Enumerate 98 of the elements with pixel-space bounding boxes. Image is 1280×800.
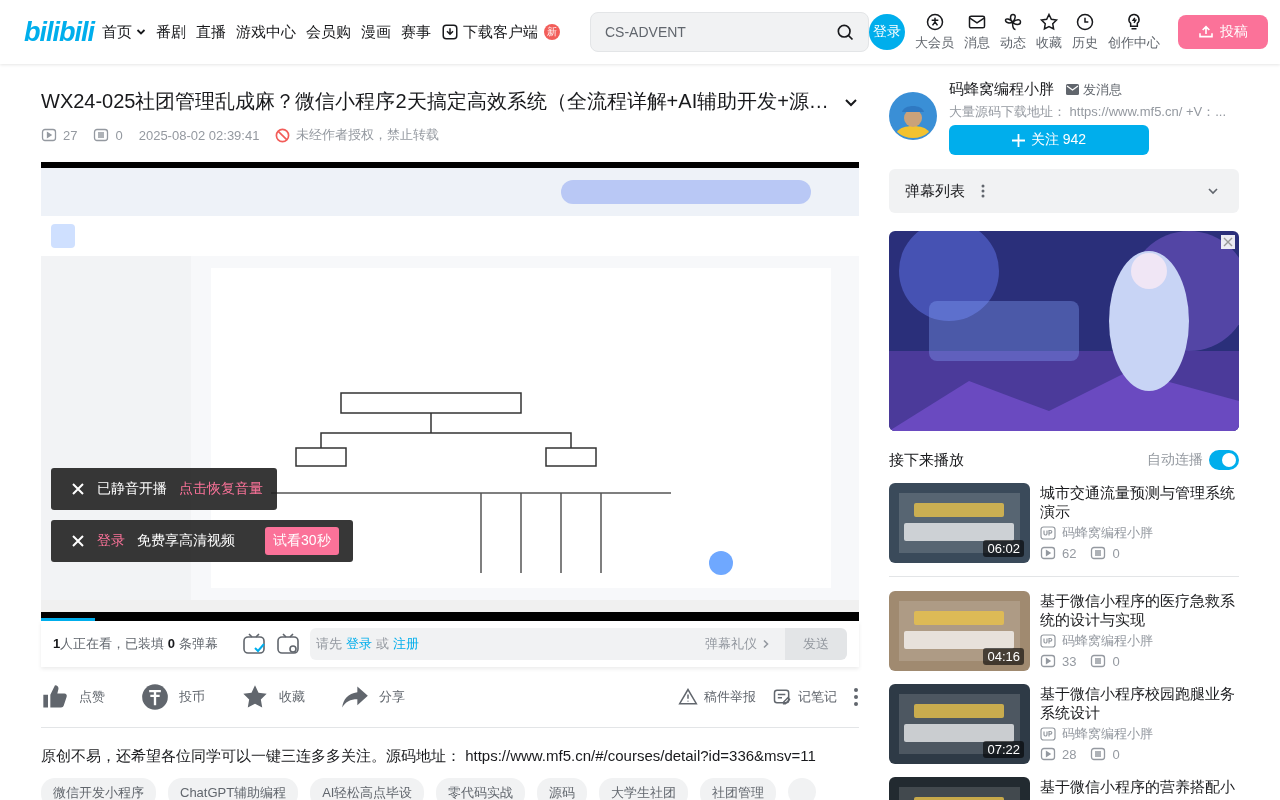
action-button[interactable]: 分享: [341, 683, 441, 711]
prohibited-icon: [275, 127, 291, 143]
mail-icon: [1066, 84, 1079, 95]
avatar[interactable]: [889, 92, 937, 140]
danmaku-count-icon: [1090, 545, 1107, 561]
nav-link[interactable]: 会员购: [306, 22, 351, 42]
danmaku-count: 0: [1112, 746, 1120, 762]
tag-chip[interactable]: 大学生社团: [599, 778, 689, 800]
close-icon[interactable]: [71, 482, 85, 496]
header-menu-item[interactable]: 动态: [1000, 12, 1026, 52]
nav-link[interactable]: 直播: [196, 22, 226, 42]
video-link[interactable]: 城市交通流量预测与管理系统演示: [1040, 483, 1239, 521]
duration-badge: 07:22: [983, 741, 1024, 758]
nav-link[interactable]: 首页: [102, 22, 146, 42]
login-link[interactable]: 登录: [97, 532, 125, 550]
pinwheel-icon: [1003, 12, 1023, 32]
header-menu-item[interactable]: 大会员: [915, 12, 954, 52]
autoplay-label: 自动连播: [1147, 451, 1203, 469]
toast-text: 已静音开播: [97, 480, 167, 498]
view-count: 28: [1062, 746, 1077, 762]
danmaku-count-icon: [93, 127, 110, 143]
new-badge: 新: [544, 24, 560, 40]
clock-icon: [1075, 12, 1095, 32]
header-menu-item[interactable]: 历史: [1072, 12, 1098, 52]
view-count: 27: [63, 127, 78, 143]
header-menu-item[interactable]: 创作中心: [1108, 12, 1160, 52]
play-count-icon: [41, 127, 57, 143]
search-field[interactable]: CS-ADVENT: [590, 12, 869, 52]
autoplay-toggle[interactable]: [1209, 450, 1239, 470]
play-count-icon: [1040, 653, 1056, 669]
play-count-icon: [1040, 545, 1056, 561]
nav-link[interactable]: 漫画: [361, 22, 391, 42]
view-count: 62: [1062, 545, 1077, 561]
send-message-link[interactable]: 发消息: [1066, 80, 1122, 99]
tag-chip[interactable]: ChatGPT辅助编程: [168, 778, 299, 800]
tag-chip[interactable]: 零代码实战: [436, 778, 526, 800]
copyright-notice: 未经作者授权，禁止转载: [296, 126, 440, 144]
video-link[interactable]: 基于微信小程序校园跑腿业务系统设计: [1040, 684, 1239, 722]
viewer-status: 1人正在看，已装填 0 条弹幕: [53, 635, 218, 653]
up-icon: [1040, 727, 1056, 741]
coin-icon: [141, 683, 169, 711]
uploader-bio: 大量源码下载地址： https://www.mf5.cn/ +V：...: [949, 103, 1228, 121]
header-menu-item[interactable]: 收藏: [1036, 12, 1062, 52]
danmaku-settings-icon[interactable]: [275, 632, 300, 656]
warning-icon: [678, 687, 698, 707]
action-button[interactable]: 投币: [141, 683, 241, 711]
view-count: 33: [1062, 653, 1077, 669]
danmaku-on-icon[interactable]: [241, 632, 266, 656]
video-description: 原创不易，还希望各位同学可以一键三连多多关注。源码地址： https://www.mf5.cn/#/courses/detail?id=336&msv=11: [41, 746, 817, 766]
toast-text: 免费享高清视频: [137, 532, 235, 550]
tag-chip[interactable]: 社团管理: [700, 778, 777, 800]
more-icon[interactable]: [981, 183, 985, 199]
star-badge-icon: [924, 12, 945, 32]
chevron-down-icon: [136, 27, 146, 37]
play-count-icon: [1040, 746, 1056, 762]
tag-chip[interactable]: 源码: [537, 778, 588, 800]
publish-date: 2025-08-02 02:39:41: [138, 127, 260, 143]
upload-icon: [1198, 24, 1214, 40]
tool-button[interactable]: 稿件举报: [678, 687, 756, 707]
action-button[interactable]: 收藏: [241, 683, 341, 711]
up-icon: [1040, 526, 1056, 540]
thumbs-up-icon: [41, 683, 69, 711]
nav-link[interactable]: 下载客户端 新: [441, 22, 560, 42]
danmaku-count-icon: [1090, 746, 1107, 762]
video-link[interactable]: 基于微信小程序的医疗急救系统的设计与实现: [1040, 591, 1239, 629]
tag-chip[interactable]: AI轻松高点毕设: [310, 778, 425, 800]
tool-button[interactable]: 记笔记: [772, 687, 837, 707]
action-button[interactable]: 点赞: [41, 683, 141, 711]
danmaku-list-panel[interactable]: 弹幕列表: [889, 169, 1239, 213]
tag-chip[interactable]: 微信开发小程序: [41, 778, 156, 800]
section-title: 接下来播放: [889, 450, 964, 470]
more-icon[interactable]: [853, 687, 859, 707]
plus-icon: [1011, 133, 1025, 147]
panel-title: 弹幕列表: [905, 181, 965, 201]
nav-link[interactable]: 赛事: [401, 22, 431, 42]
video-link[interactable]: 基于微信小程序的营养搭配小: [1040, 777, 1235, 796]
header-menu-item[interactable]: 消息: [964, 12, 990, 52]
duration-badge: 06:02: [983, 540, 1024, 557]
star-icon: [1039, 12, 1059, 32]
search-icon[interactable]: [835, 22, 855, 42]
up-icon: [1040, 634, 1056, 648]
danmaku-count-icon: [1090, 653, 1107, 669]
input-prompt: 请先: [315, 635, 342, 653]
nav-link[interactable]: 番剧: [156, 22, 186, 42]
chevron-right-icon: [761, 639, 771, 649]
mail-icon: [967, 12, 987, 32]
danmaku-count: 0: [115, 127, 123, 143]
note-icon: [772, 687, 792, 707]
duration-badge: 04:16: [983, 648, 1024, 665]
uploader-name[interactable]: 码蜂窝编程小胖: [949, 80, 1054, 99]
restore-volume-link[interactable]: 点击恢复音量: [179, 480, 263, 498]
download-icon: [441, 23, 459, 41]
video-title: WX24-025社团管理乱成麻？微信小程序2天搞定高效系统（全流程详解+AI辅助开发+源…: [41, 89, 829, 114]
danmaku-count: 0: [1112, 545, 1120, 561]
close-icon[interactable]: [71, 534, 85, 548]
input-prompt: 或: [375, 635, 389, 653]
nav-link[interactable]: 游戏中心: [236, 22, 296, 42]
danmaku-count: 0: [1112, 653, 1120, 669]
